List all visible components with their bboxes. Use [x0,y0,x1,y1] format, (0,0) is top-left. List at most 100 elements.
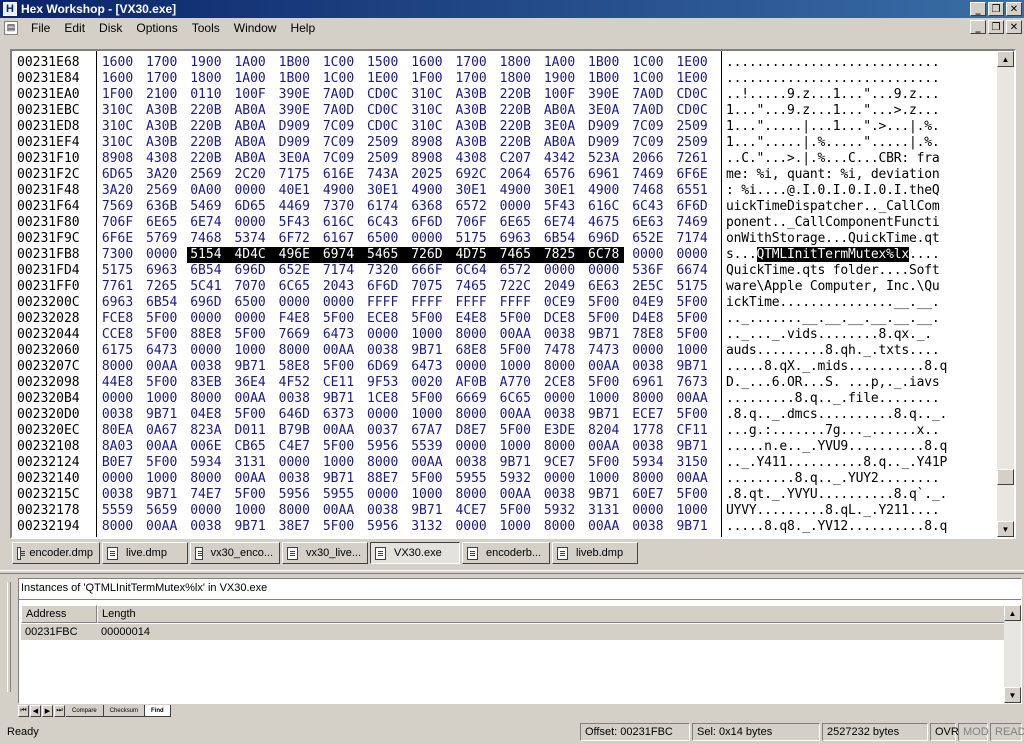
hex-byte-cell[interactable]: 8204 [585,423,622,439]
hex-byte-cell[interactable]: 88E8 [187,327,224,343]
hex-byte-cell[interactable]: 7300 [99,247,136,263]
hex-byte-cell[interactable]: 7C09 [629,135,666,151]
hex-byte-cell[interactable]: 823A [187,423,224,439]
doc-tab[interactable]: vx30_enco... [190,542,280,564]
ascii-text[interactable]: 1...".....|...1...".>...|.%. [726,119,940,134]
hex-byte-cell[interactable]: 496E [275,247,313,263]
hex-byte-cell[interactable]: 7265 [143,279,180,295]
hex-byte-cell[interactable]: 5932 [541,503,578,519]
hex-byte-cell[interactable]: 7669 [276,327,313,343]
hex-byte-cell[interactable]: 00AA [232,391,269,407]
hex-byte-cell[interactable]: AB0A [232,119,269,135]
hex-byte-cell[interactable]: 2025 [408,167,445,183]
hex-byte-cell[interactable]: 00AA [585,519,622,535]
hex-byte-cell[interactable]: 00AA [674,471,711,487]
hex-byte-cell[interactable]: 7673 [674,375,711,391]
hex-byte-cell[interactable]: 5539 [408,439,445,455]
hex-byte-cell[interactable]: 3150 [674,455,711,471]
hex-byte-cell[interactable]: 1700 [143,55,180,71]
hex-byte-cell[interactable]: 9B71 [143,487,180,503]
hex-byte-cell[interactable]: 6C78 [585,247,623,263]
hex-byte-cell[interactable]: 220B [497,119,534,135]
hex-byte-cell[interactable]: 7370 [320,199,357,215]
hex-byte-cell[interactable]: 0000 [276,455,313,471]
hex-view[interactable]: 00231E68 1600 1700 1900 1A00 1B00 1C00 1500 1600… [12,51,998,537]
hex-byte-cell[interactable]: 5F00 [320,311,357,327]
hex-byte-cell[interactable]: 5934 [187,455,224,471]
hex-byte-cell[interactable]: 1800 [497,71,534,87]
hex-byte-cell[interactable]: 1800 [497,55,534,71]
ascii-text[interactable]: .._..._.vids........8.qx._. [726,327,932,342]
hex-byte-cell[interactable]: 5F00 [674,311,711,327]
ascii-text[interactable]: 1...".....|.%.....".....|.%. [726,135,940,150]
hex-row[interactable]: 00232178 5559 5659 0000 1000 8000 00AA 0038 9B71… [12,503,998,519]
hex-byte-cell[interactable]: D909 [276,119,313,135]
hex-byte-cell[interactable]: D909 [276,135,313,151]
hex-byte-cell[interactable]: 8000 [364,455,401,471]
hex-byte-cell[interactable]: 2509 [674,135,711,151]
hex-byte-cell[interactable]: A30B [453,87,490,103]
hex-byte-cell[interactable]: 696D [187,295,224,311]
hex-byte-cell[interactable]: 38E7 [276,519,313,535]
hex-byte-cell[interactable]: 0A00 [187,183,224,199]
scroll-down-icon[interactable]: ▼ [997,521,1014,537]
first-tab-icon[interactable]: ⏮ [18,705,29,717]
hex-byte-cell[interactable]: 7825 [541,247,578,263]
hex-byte-cell[interactable]: 6E63 [629,215,666,231]
hex-byte-cell[interactable]: 1000 [408,487,445,503]
hex-byte-cell[interactable]: 8000 [453,487,490,503]
hex-row[interactable]: 002320EC 80EA 0A67 823A D011 B79B 00AA 0037 67A7… [12,423,998,439]
hex-row[interactable]: 00231EA0 1F00 2100 0110 100F 390E 7A0D CD0C 310C… [12,87,998,103]
hex-byte-cell[interactable]: FFFF [408,295,445,311]
hex-row[interactable]: 00231F64 7569 636B 5469 6D65 4469 7370 6174 6368… [12,199,998,215]
hex-byte-cell[interactable]: 6473 [408,359,445,375]
hex-byte-cell[interactable]: 310C [408,103,445,119]
hex-byte-cell[interactable]: F4E8 [276,311,313,327]
hex-byte-cell[interactable]: 1C00 [320,71,357,87]
hex-byte-cell[interactable]: 3E0A [541,119,578,135]
hex-byte-cell[interactable]: 8000 [453,407,490,423]
hex-byte-cell[interactable]: 1000 [143,471,180,487]
hex-byte-cell[interactable]: 310C [99,103,136,119]
hex-byte-cell[interactable]: 0038 [541,487,578,503]
hex-byte-cell[interactable]: 30E1 [453,183,490,199]
ascii-text[interactable]: UYVY.........8.qL._.Y211.... [726,503,940,518]
hex-byte-cell[interactable]: 6961 [585,167,622,183]
hex-byte-cell[interactable]: 0000 [143,247,180,263]
hex-byte-cell[interactable]: 6674 [674,263,711,279]
doc-tab[interactable]: encoderb... [462,542,550,564]
hex-byte-cell[interactable]: AB0A [232,135,269,151]
hex-byte-cell[interactable]: 44E8 [99,375,136,391]
hex-byte-cell[interactable]: 9B71 [585,407,622,423]
scroll-thumb[interactable] [997,469,1014,485]
hex-byte-cell[interactable]: 7569 [99,199,136,215]
hex-byte-cell[interactable]: 5465 [364,247,402,263]
hex-byte-cell[interactable]: 8908 [408,135,445,151]
hex-byte-cell[interactable]: 9B71 [674,519,711,535]
hex-byte-cell[interactable]: 1778 [629,423,666,439]
hex-byte-cell[interactable]: 692C [453,167,490,183]
hex-byte-cell[interactable]: 30E1 [364,183,401,199]
hex-byte-cell[interactable]: 666F [408,263,445,279]
hex-byte-cell[interactable]: 2043 [320,279,357,295]
hex-byte-cell[interactable]: 8000 [541,359,578,375]
hex-byte-cell[interactable]: 00AA [408,455,445,471]
hex-row[interactable]: 00232060 6175 6473 0000 1000 8000 00AA 0038 9B71… [12,343,998,359]
hex-byte-cell[interactable]: 5F00 [497,343,534,359]
hex-byte-cell[interactable]: 1000 [408,407,445,423]
hex-row[interactable]: 00232140 0000 1000 8000 00AA 0038 9B71 88E7 5F00… [12,471,998,487]
hex-byte-cell[interactable]: 6F6E [674,167,711,183]
hex-byte-cell[interactable]: A30B [453,119,490,135]
hex-byte-cell[interactable]: 0000 [674,247,711,263]
hex-byte-cell[interactable]: 00AA [143,519,180,535]
hex-byte-cell[interactable]: 1600 [99,55,136,71]
hex-byte-cell[interactable]: 706F [453,215,490,231]
ascii-text[interactable]: ware\Apple Computer, Inc.\Qu [726,279,940,294]
hex-byte-cell[interactable]: 5F00 [585,375,622,391]
hex-byte-cell[interactable]: B0E7 [99,455,136,471]
hex-byte-cell[interactable]: 8000 [541,519,578,535]
hex-byte-cell[interactable]: 00AA [497,487,534,503]
hex-byte-cell[interactable]: AF0B [453,375,490,391]
hex-byte-cell[interactable]: 1000 [232,503,269,519]
hex-byte-cell[interactable]: 7469 [674,215,711,231]
